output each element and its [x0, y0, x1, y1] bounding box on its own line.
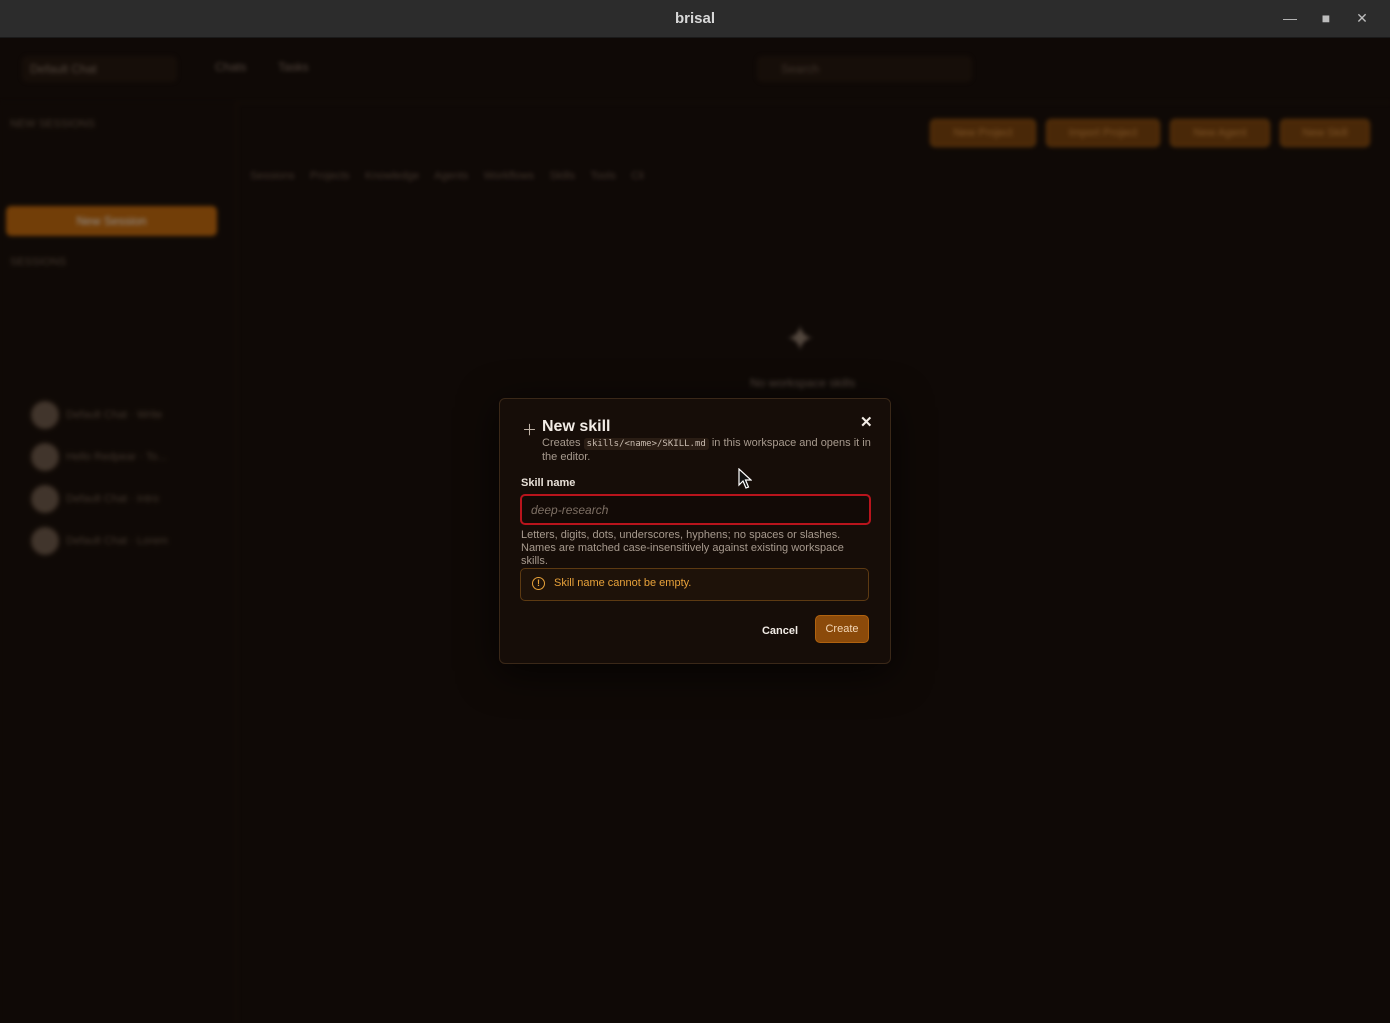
warning-icon: !: [532, 577, 545, 590]
avatar: [30, 442, 60, 472]
window-titlebar: brisal — ■ ✕: [0, 0, 1390, 38]
tab-bar: Sessions Projects Knowledge Agents Workf…: [250, 170, 644, 182]
top-bar: Default Chat Chats Tasks Search: [0, 38, 1390, 103]
empty-state-text: No workspace skills: [750, 376, 856, 390]
skills-empty-icon: ✦: [785, 318, 816, 359]
dialog-subtitle: Creates skills/<name>/SKILL.md in this w…: [542, 437, 872, 464]
avatar: [30, 484, 60, 514]
new-skill-dialog: ＋ New skill ✕ Creates skills/<name>/SKIL…: [499, 398, 891, 664]
skill-name-label: Skill name: [521, 477, 576, 489]
tab-projects[interactable]: Projects: [310, 170, 350, 182]
tab-agents[interactable]: Agents: [434, 170, 468, 182]
new-session-button[interactable]: New Session: [6, 206, 217, 236]
search-box[interactable]: Search: [757, 56, 972, 82]
workspace-select[interactable]: Default Chat: [22, 56, 177, 82]
new-project-button[interactable]: New Project: [930, 119, 1036, 147]
skill-name-input[interactable]: [520, 494, 871, 525]
chat-label: Default Chat · Lorem: [66, 535, 169, 547]
close-window-icon[interactable]: ✕: [1353, 9, 1371, 27]
avatar: [30, 400, 60, 430]
tab-sessions[interactable]: Sessions: [250, 170, 295, 182]
sidebar-section-title: NEW SESSIONS: [10, 118, 95, 130]
window-title: brisal: [674, 10, 716, 27]
nav-tasks[interactable]: Tasks: [278, 60, 309, 74]
sessions-title: SESSIONS: [10, 256, 67, 268]
maximize-icon[interactable]: ■: [1317, 9, 1335, 27]
chat-row[interactable]: Default Chat · Write: [30, 400, 220, 432]
cancel-button[interactable]: Cancel: [756, 618, 804, 644]
mouse-pointer-icon: [738, 468, 752, 489]
new-skill-button[interactable]: New Skill: [1280, 119, 1370, 147]
skill-name-help: Letters, digits, dots, underscores, hyph…: [521, 529, 844, 567]
create-button[interactable]: Create: [815, 615, 869, 643]
sidebar: NEW SESSIONS New Session SESSIONS Defaul…: [0, 102, 237, 1023]
close-icon[interactable]: ✕: [860, 413, 873, 431]
avatar: [30, 526, 60, 556]
tab-workflows[interactable]: Workflows: [484, 170, 535, 182]
chat-row[interactable]: Default Chat · Intro: [30, 484, 220, 516]
chat-label: Default Chat · Intro: [66, 493, 159, 505]
plus-icon: ＋: [522, 422, 538, 439]
nav-chats[interactable]: Chats: [215, 60, 246, 74]
dialog-title: New skill: [542, 418, 611, 435]
chat-label: Default Chat · Write: [66, 409, 163, 421]
new-agent-button[interactable]: New Agent: [1170, 119, 1270, 147]
error-message: Skill name cannot be empty.: [554, 577, 692, 589]
import-project-button[interactable]: Import Project: [1046, 119, 1160, 147]
error-alert: ! Skill name cannot be empty.: [520, 568, 869, 601]
chat-row[interactable]: Default Chat · Lorem: [30, 526, 220, 558]
subtitle-text: Creates: [542, 437, 584, 449]
chat-row[interactable]: Hello Redpear · To...: [30, 442, 220, 474]
tab-tools[interactable]: Tools: [590, 170, 616, 182]
chat-label: Hello Redpear · To...: [66, 451, 167, 463]
subtitle-code: skills/<name>/SKILL.md: [583, 438, 709, 450]
tab-cli[interactable]: Cli: [631, 170, 644, 182]
tab-knowledge[interactable]: Knowledge: [365, 170, 419, 182]
minimize-icon[interactable]: —: [1281, 9, 1299, 27]
tab-skills[interactable]: Skills: [549, 170, 575, 182]
